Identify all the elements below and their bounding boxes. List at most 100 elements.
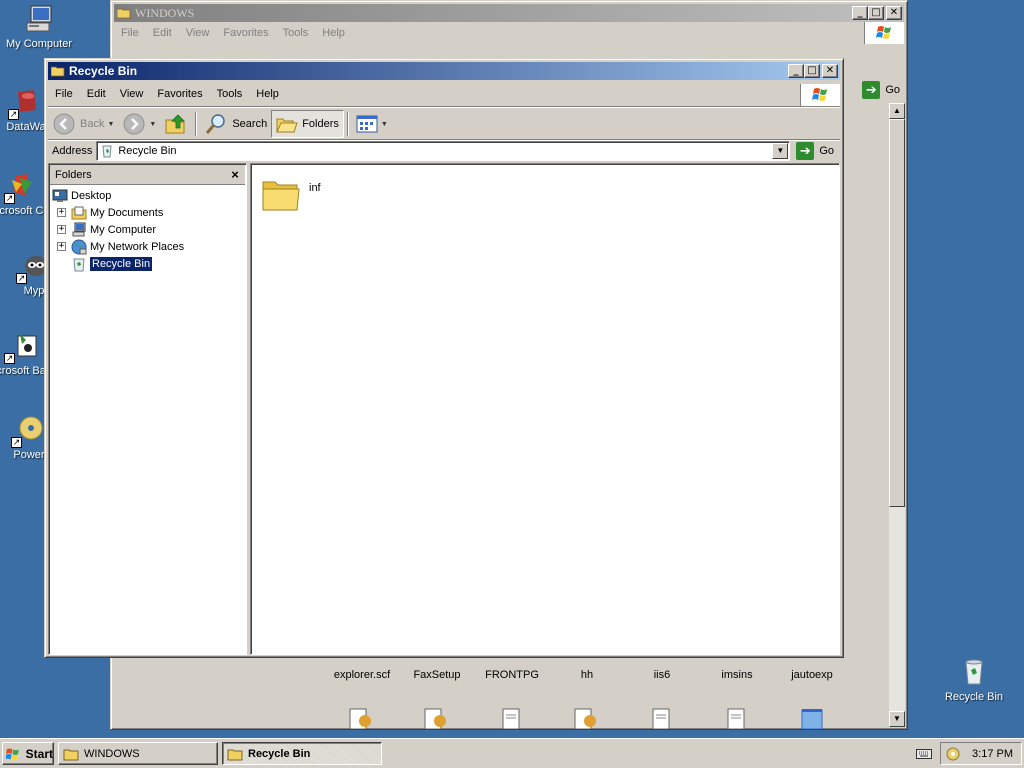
window-title: Recycle Bin	[69, 64, 138, 78]
menu-favorites[interactable]: Favorites	[216, 23, 275, 43]
views-button[interactable]: ▼	[352, 110, 392, 138]
shortcut-arrow-icon: ↗	[8, 109, 19, 120]
file-item[interactable]: FRONTPG	[477, 669, 547, 681]
tree-item-label: My Computer	[90, 223, 157, 236]
menu-favorites[interactable]: Favorites	[150, 84, 209, 104]
file-item[interactable]: FaxSetup	[402, 669, 472, 681]
computer-icon	[23, 3, 55, 35]
scroll-down-button[interactable]: ▼	[889, 711, 905, 727]
tree-item-my-network-places[interactable]: + My Network Places	[49, 238, 246, 255]
maximize-button[interactable]: □	[804, 64, 820, 78]
file-item[interactable]: jautoexp	[777, 669, 847, 681]
folder-icon	[262, 181, 300, 211]
forward-dropdown-icon[interactable]: ▼	[149, 121, 156, 128]
tree-item-desktop[interactable]: Desktop	[49, 187, 246, 204]
maximize-button[interactable]: □	[868, 6, 884, 20]
go-label: Go	[819, 145, 834, 157]
start-button[interactable]: Start	[2, 742, 54, 765]
recycle-bin-window[interactable]: Recycle Bin _ □ ✕ File Edit View Favorit…	[44, 58, 844, 658]
back-button[interactable]: Back ▼	[48, 110, 118, 138]
folders-label: Folders	[302, 118, 339, 130]
desktop-icon-label: Recycle Bin	[944, 691, 1004, 703]
scroll-up-button[interactable]: ▲	[889, 103, 905, 119]
recycle-bin-small-icon	[102, 145, 112, 158]
folders-pane-header: Folders ×	[50, 165, 245, 185]
folders-pane-title: Folders	[55, 168, 92, 181]
search-button[interactable]: Search	[200, 110, 271, 138]
up-folder-icon	[165, 114, 186, 134]
up-folder-button[interactable]	[160, 110, 192, 138]
scroll-thumb[interactable]	[889, 119, 905, 507]
desktop-icon-my-computer[interactable]: My Computer	[0, 3, 79, 51]
close-button[interactable]: ✕	[822, 64, 838, 78]
windows-logo-icon	[864, 22, 904, 44]
file-item[interactable]: hh	[552, 669, 622, 681]
close-button[interactable]: ✕	[886, 6, 902, 20]
folder-item-inf[interactable]: inf	[261, 174, 321, 214]
shortcut-arrow-icon: ↗	[11, 437, 22, 448]
task-label: Recycle Bin	[248, 747, 311, 760]
address-field[interactable]: Recycle Bin ▼	[96, 141, 791, 161]
volume-icon[interactable]	[945, 746, 961, 762]
shortcut-arrow-icon: ↗	[4, 353, 15, 364]
folder-icon	[227, 749, 243, 760]
file-label: iis6	[653, 669, 671, 681]
task-button-windows[interactable]: WINDOWS	[58, 742, 218, 765]
expand-icon[interactable]: +	[57, 225, 66, 234]
clock[interactable]: 3:17 PM	[972, 748, 1013, 760]
folders-pane: Folders × Desktop + My Documents + My Co…	[48, 163, 247, 655]
file-item[interactable]: imsins	[702, 669, 772, 681]
search-icon	[206, 114, 226, 134]
expand-icon[interactable]: +	[57, 242, 66, 251]
shortcut-arrow-icon: ↗	[4, 193, 15, 204]
address-dropdown-button[interactable]: ▼	[772, 143, 789, 159]
content-pane: inf	[250, 163, 840, 655]
start-label: Start	[25, 746, 53, 761]
minimize-button[interactable]: _	[852, 6, 868, 20]
go-button[interactable]: ➔ Go	[790, 141, 840, 161]
close-icon[interactable]: ×	[228, 167, 242, 182]
go-button[interactable]: ➔ Go	[856, 80, 906, 100]
menu-file[interactable]: File	[114, 23, 146, 43]
toolbar-separator	[195, 112, 198, 136]
folder-icon	[117, 8, 131, 19]
task-button-recycle-bin[interactable]: Recycle Bin	[222, 742, 382, 765]
file-item[interactable]: iis6	[627, 669, 697, 681]
keyboard-icon[interactable]	[916, 748, 932, 760]
menu-file[interactable]: File	[48, 84, 80, 104]
recycle-bin-icon	[73, 258, 85, 271]
menu-help[interactable]: Help	[249, 84, 286, 104]
vertical-scrollbar[interactable]: ▲ ▼	[889, 103, 905, 727]
tree-item-my-documents[interactable]: + My Documents	[49, 204, 246, 221]
file-label: FRONTPG	[485, 669, 539, 681]
visual-cpp-icon: ↗	[4, 170, 38, 204]
views-dropdown-icon[interactable]: ▼	[381, 121, 388, 128]
file-label: jautoexp	[791, 669, 833, 681]
tree-item-my-computer[interactable]: + My Computer	[49, 221, 246, 238]
file-label: explorer.scf	[333, 669, 391, 681]
folders-button[interactable]: Folders	[271, 110, 344, 138]
menu-view[interactable]: View	[113, 84, 151, 104]
notepad-file-icon	[801, 709, 823, 729]
menu-view[interactable]: View	[179, 23, 217, 43]
back-dropdown-icon[interactable]: ▼	[107, 121, 114, 128]
menu-edit[interactable]: Edit	[80, 84, 113, 104]
file-item[interactable]: explorer.scf	[327, 669, 397, 681]
title-bar[interactable]: WINDOWS _ □ ✕	[114, 4, 904, 22]
folders-icon	[276, 118, 298, 133]
expand-icon[interactable]: +	[57, 208, 66, 217]
menu-help[interactable]: Help	[315, 23, 352, 43]
minimize-button[interactable]: _	[788, 64, 804, 78]
menu-bar: File Edit View Favorites Tools Help	[48, 84, 840, 106]
title-bar[interactable]: Recycle Bin _ □ ✕	[48, 62, 840, 80]
desktop-icon-recycle-bin[interactable]: Recycle Bin	[934, 656, 1014, 704]
tree-item-recycle-bin[interactable]: Recycle Bin	[49, 255, 246, 272]
menu-tools[interactable]: Tools	[276, 23, 316, 43]
menu-tools[interactable]: Tools	[210, 84, 250, 104]
menu-edit[interactable]: Edit	[146, 23, 179, 43]
forward-button[interactable]: ▼	[118, 110, 160, 138]
forward-arrow-icon	[123, 113, 145, 135]
tree-item-label: My Network Places	[90, 240, 185, 253]
my-documents-icon	[71, 206, 87, 219]
tree-item-label: Desktop	[71, 189, 112, 202]
